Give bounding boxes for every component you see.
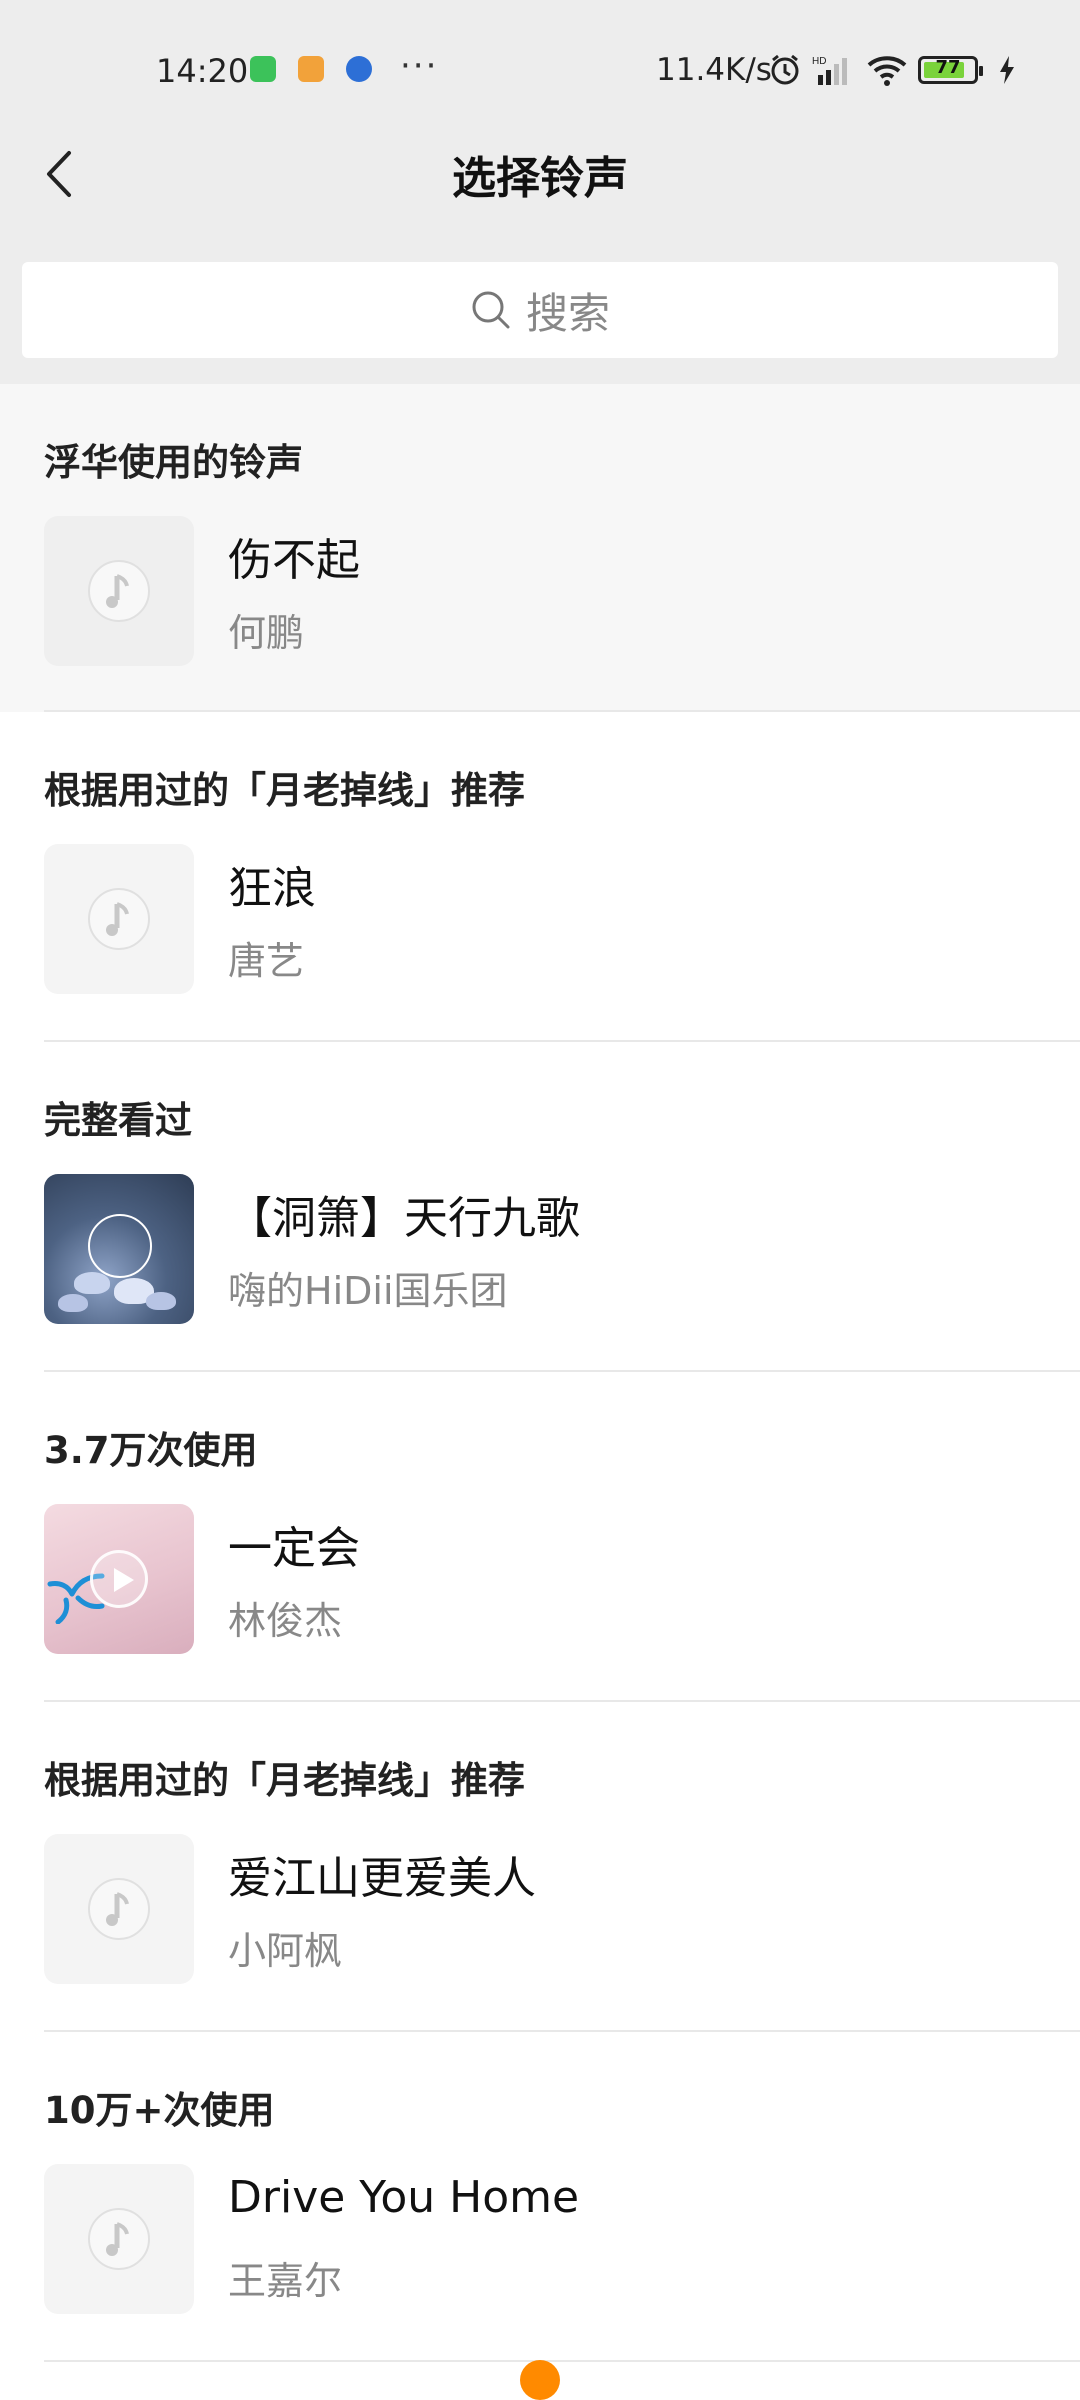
more-notifications-icon: ··· bbox=[400, 46, 439, 86]
ringtone-item[interactable]: 10万+次使用 Drive You Home 王嘉尔 bbox=[0, 2032, 1080, 2362]
ringtone-item[interactable]: 3.7万次使用 一定会 林俊杰 bbox=[0, 1372, 1080, 1702]
play-icon bbox=[90, 1550, 148, 1608]
song-title: 一定会 bbox=[228, 1523, 360, 1574]
app-notification-icon bbox=[250, 56, 276, 82]
status-time: 14:20 bbox=[156, 52, 249, 90]
battery-icon: 77 bbox=[918, 56, 983, 84]
status-bar: 14:20 ··· 11.4K/s HD 77 bbox=[0, 0, 1080, 140]
section-heading: 根据用过的「月老掉线」推荐 bbox=[44, 1759, 525, 1802]
section-heading: 浮华使用的铃声 bbox=[44, 441, 303, 484]
pink-album-art bbox=[44, 1504, 194, 1654]
song-title: 伤不起 bbox=[228, 535, 360, 586]
song-artist: 小阿枫 bbox=[228, 1929, 343, 1973]
svg-text:HD: HD bbox=[812, 56, 826, 67]
floating-indicator[interactable] bbox=[520, 2360, 560, 2400]
divider bbox=[44, 2360, 1080, 2362]
song-artist: 嗨的HiDii国乐团 bbox=[228, 1269, 508, 1313]
cat-app-icon bbox=[298, 56, 324, 82]
section-heading: 根据用过的「月老掉线」推荐 bbox=[44, 769, 525, 812]
title-bar: 选择铃声 bbox=[0, 120, 1080, 232]
page-title: 选择铃声 bbox=[452, 153, 628, 204]
ringtone-item[interactable]: 根据用过的「月老掉线」推荐 狂浪 唐艺 bbox=[0, 712, 1080, 1042]
music-note-placeholder-icon bbox=[44, 516, 194, 666]
signal-icon: HD bbox=[812, 56, 847, 85]
lotus-album-art bbox=[44, 1174, 194, 1324]
music-note-placeholder-icon bbox=[44, 1834, 194, 1984]
music-note-placeholder-icon bbox=[44, 844, 194, 994]
song-title: 爱江山更爱美人 bbox=[228, 1853, 536, 1904]
ringtone-item[interactable]: 浮华使用的铃声 伤不起 何鹏 bbox=[0, 384, 1080, 712]
song-artist: 林俊杰 bbox=[228, 1599, 343, 1643]
status-icons: HD 77 bbox=[768, 50, 1016, 90]
section-heading: 3.7万次使用 bbox=[44, 1429, 258, 1472]
net-speed: 11.4K/s bbox=[656, 52, 772, 88]
song-artist: 王嘉尔 bbox=[228, 2259, 343, 2303]
battery-level: 77 bbox=[935, 57, 961, 78]
ringtone-item[interactable]: 完整看过 【洞箫】天行九歌 嗨的HiDii国乐团 bbox=[0, 1042, 1080, 1372]
song-title: 【洞箫】天行九歌 bbox=[228, 1193, 580, 1244]
section-heading: 10万+次使用 bbox=[44, 2089, 275, 2132]
song-artist: 唐艺 bbox=[228, 939, 305, 983]
bird-app-icon bbox=[346, 56, 372, 82]
search-input[interactable]: 搜索 bbox=[22, 262, 1058, 358]
search-icon bbox=[472, 291, 510, 329]
music-note-placeholder-icon bbox=[44, 2164, 194, 2314]
song-title: Drive You Home bbox=[228, 2172, 580, 2223]
song-title: 狂浪 bbox=[228, 863, 316, 914]
charging-icon bbox=[1000, 56, 1014, 84]
alarm-icon bbox=[771, 54, 799, 85]
song-artist: 何鹏 bbox=[228, 611, 305, 655]
search-placeholder: 搜索 bbox=[525, 288, 610, 338]
ringtone-item[interactable]: 根据用过的「月老掉线」推荐 爱江山更爱美人 小阿枫 bbox=[0, 1702, 1080, 2032]
top-area: 14:20 ··· 11.4K/s HD 77 选择铃声 搜索 bbox=[0, 0, 1080, 384]
wifi-icon bbox=[867, 56, 907, 86]
section-heading: 完整看过 bbox=[44, 1099, 192, 1142]
